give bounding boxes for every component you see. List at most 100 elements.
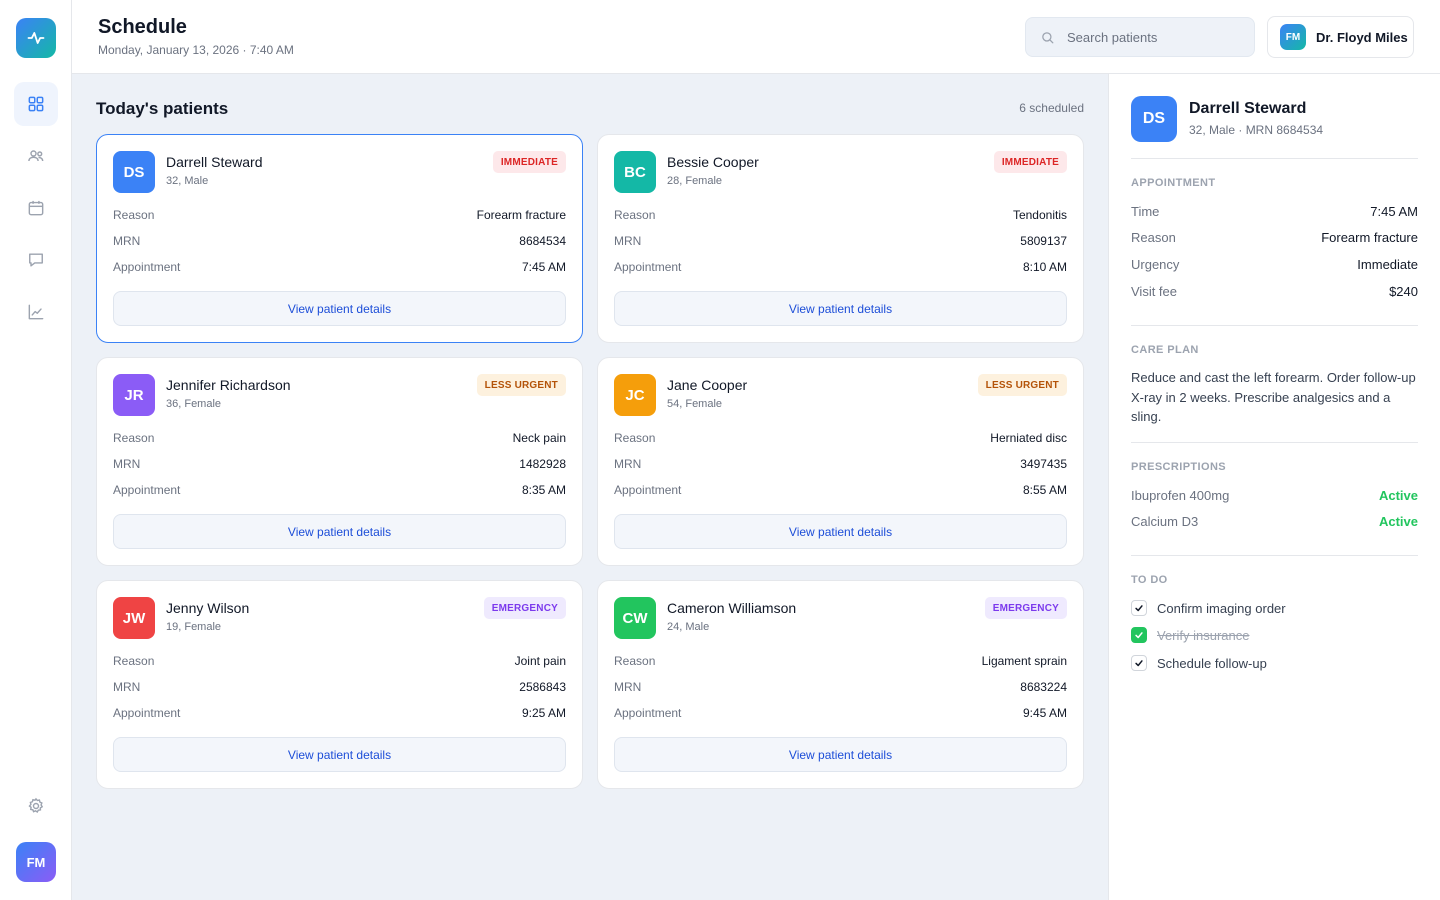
- patient-avatar: JW: [113, 597, 155, 639]
- user-menu[interactable]: FM Dr. Floyd Miles: [1267, 16, 1414, 58]
- mrn-value: 2586843: [519, 680, 566, 694]
- prescription-status: Active: [1378, 488, 1418, 503]
- appointment-label: Appointment: [113, 483, 181, 497]
- detail-patient-name: Darrell Steward: [1189, 100, 1307, 117]
- todo-item[interactable]: Confirm imaging order: [1131, 600, 1418, 616]
- search-box[interactable]: [1025, 17, 1255, 57]
- reason-row: Reason Tendonitis: [614, 208, 1067, 226]
- appointment-row: Urgency Immediate: [1131, 257, 1418, 272]
- appointment-label: Appointment: [113, 260, 181, 274]
- view-patient-details-button[interactable]: View patient details: [614, 737, 1067, 772]
- appointment-value: Forearm fracture: [1321, 230, 1418, 245]
- appointment-value: 8:55 AM: [1022, 483, 1067, 497]
- patient-meta: 19, Female: [166, 621, 222, 633]
- reason-value: Forearm fracture: [476, 208, 566, 222]
- mrn-value: 1482928: [519, 457, 566, 471]
- patient-avatar: CW: [614, 597, 656, 639]
- patient-card[interactable]: JR Jennifer Richardson 36, Female LESS URGE…: [96, 357, 583, 566]
- patients-icon: [28, 150, 44, 162]
- reason-row: Reason Herniated disc: [614, 431, 1067, 449]
- todo-item[interactable]: Verify insurance: [1131, 627, 1418, 643]
- todo-text: Verify insurance: [1157, 627, 1250, 643]
- nav-messages[interactable]: [14, 238, 58, 282]
- scheduled-count: 6 scheduled: [1019, 101, 1084, 115]
- appointment-row: Appointment 8:10 AM: [614, 260, 1067, 278]
- reason-label: Reason: [614, 431, 656, 445]
- search-input[interactable]: [1067, 29, 1237, 45]
- user-avatar[interactable]: FM: [16, 842, 56, 882]
- patient-card[interactable]: BC Bessie Cooper 28, Female IMMEDIATE Reason…: [597, 134, 1084, 343]
- patient-name: Jenny Wilson: [166, 600, 250, 616]
- calendar-icon: [28, 200, 44, 216]
- divider: [1131, 442, 1418, 443]
- reason-row: Reason Forearm fracture: [113, 208, 566, 226]
- appointment-value: 8:35 AM: [521, 483, 566, 497]
- header: Schedule Monday, January 13, 2026 · 7:40…: [72, 0, 1440, 74]
- divider: [1131, 325, 1418, 326]
- reason-label: Reason: [614, 654, 656, 668]
- main-content: Today's patients 6 scheduled DS Darrell S…: [72, 74, 1108, 900]
- patient-name: Jane Cooper: [667, 377, 748, 393]
- gear-icon: [28, 797, 44, 814]
- detail-patient-meta: 32, Male · MRN 8684534: [1189, 123, 1324, 137]
- patient-card[interactable]: DS Darrell Steward 32, Male IMMEDIATE Reason…: [96, 134, 583, 343]
- page-date: Monday, January 13, 2026 · 7:40 AM: [98, 43, 294, 57]
- careplan-heading: CARE PLAN: [1131, 344, 1199, 356]
- mrn-label: MRN: [113, 457, 141, 471]
- nav-settings[interactable]: [14, 784, 58, 828]
- patient-meta: 54, Female: [667, 398, 723, 410]
- appointment-label: Appointment: [113, 706, 181, 720]
- urgency-badge: EMERGENCY: [984, 597, 1067, 619]
- patient-avatar: BC: [614, 151, 656, 193]
- reason-row: Reason Ligament sprain: [614, 654, 1067, 672]
- patient-meta: 36, Female: [166, 398, 222, 410]
- view-patient-details-button[interactable]: View patient details: [113, 737, 566, 772]
- prescriptions-heading: PRESCRIPTIONS: [1131, 461, 1227, 473]
- section-title: Today's patients: [96, 99, 229, 118]
- prescription-name: Calcium D3: [1131, 514, 1199, 529]
- todo-checkbox[interactable]: [1131, 655, 1147, 671]
- mrn-row: MRN 1482928: [113, 457, 566, 475]
- mrn-label: MRN: [113, 680, 141, 694]
- mrn-row: MRN 5809137: [614, 234, 1067, 252]
- appointment-heading: APPOINTMENT: [1131, 177, 1216, 189]
- mrn-label: MRN: [614, 680, 642, 694]
- nav-dashboard[interactable]: [14, 82, 58, 126]
- view-patient-details-button[interactable]: View patient details: [113, 514, 566, 549]
- nav-analytics[interactable]: [14, 290, 58, 334]
- todo-item[interactable]: Schedule follow-up: [1131, 655, 1418, 671]
- todo-heading: TO DO: [1131, 574, 1168, 586]
- mrn-value: 8683224: [1020, 680, 1067, 694]
- nav-patients[interactable]: [14, 134, 58, 178]
- appointment-label: Reason: [1131, 230, 1176, 245]
- patient-meta: 28, Female: [667, 175, 723, 187]
- check-icon: [1135, 605, 1143, 612]
- patient-card[interactable]: CW Cameron Williamson 24, Male EMERGENCY Rea…: [597, 580, 1084, 789]
- patient-avatar: JC: [614, 374, 656, 416]
- analytics-icon: [28, 304, 44, 320]
- view-patient-details-button[interactable]: View patient details: [113, 291, 566, 326]
- appointment-row: Visit fee $240: [1131, 284, 1418, 299]
- appointment-row: Appointment 7:45 AM: [113, 260, 566, 278]
- prescription-name: Ibuprofen 400mg: [1131, 488, 1230, 503]
- patient-meta: 32, Male: [166, 175, 209, 187]
- todo-checkbox[interactable]: [1131, 627, 1147, 643]
- page-title: Schedule: [98, 16, 187, 38]
- appointment-label: Time: [1131, 204, 1160, 219]
- detail-avatar: DS: [1131, 96, 1177, 142]
- reason-value: Herniated disc: [990, 431, 1067, 445]
- appointment-row: Appointment 8:35 AM: [113, 483, 566, 501]
- view-patient-details-button[interactable]: View patient details: [614, 514, 1067, 549]
- patient-card[interactable]: JW Jenny Wilson 19, Female EMERGENCY Reason J…: [96, 580, 583, 789]
- app-logo[interactable]: [16, 18, 56, 58]
- patient-card[interactable]: JC Jane Cooper 54, Female LESS URGENT Reason…: [597, 357, 1084, 566]
- view-patient-details-button[interactable]: View patient details: [614, 291, 1067, 326]
- reason-value: Ligament sprain: [981, 654, 1067, 668]
- reason-label: Reason: [113, 208, 155, 222]
- appointment-label: Urgency: [1131, 257, 1180, 272]
- mrn-value: 5809137: [1020, 234, 1067, 248]
- pulse-icon: [27, 32, 45, 44]
- nav-calendar[interactable]: [14, 186, 58, 230]
- divider: [1131, 158, 1418, 159]
- todo-checkbox[interactable]: [1131, 600, 1147, 616]
